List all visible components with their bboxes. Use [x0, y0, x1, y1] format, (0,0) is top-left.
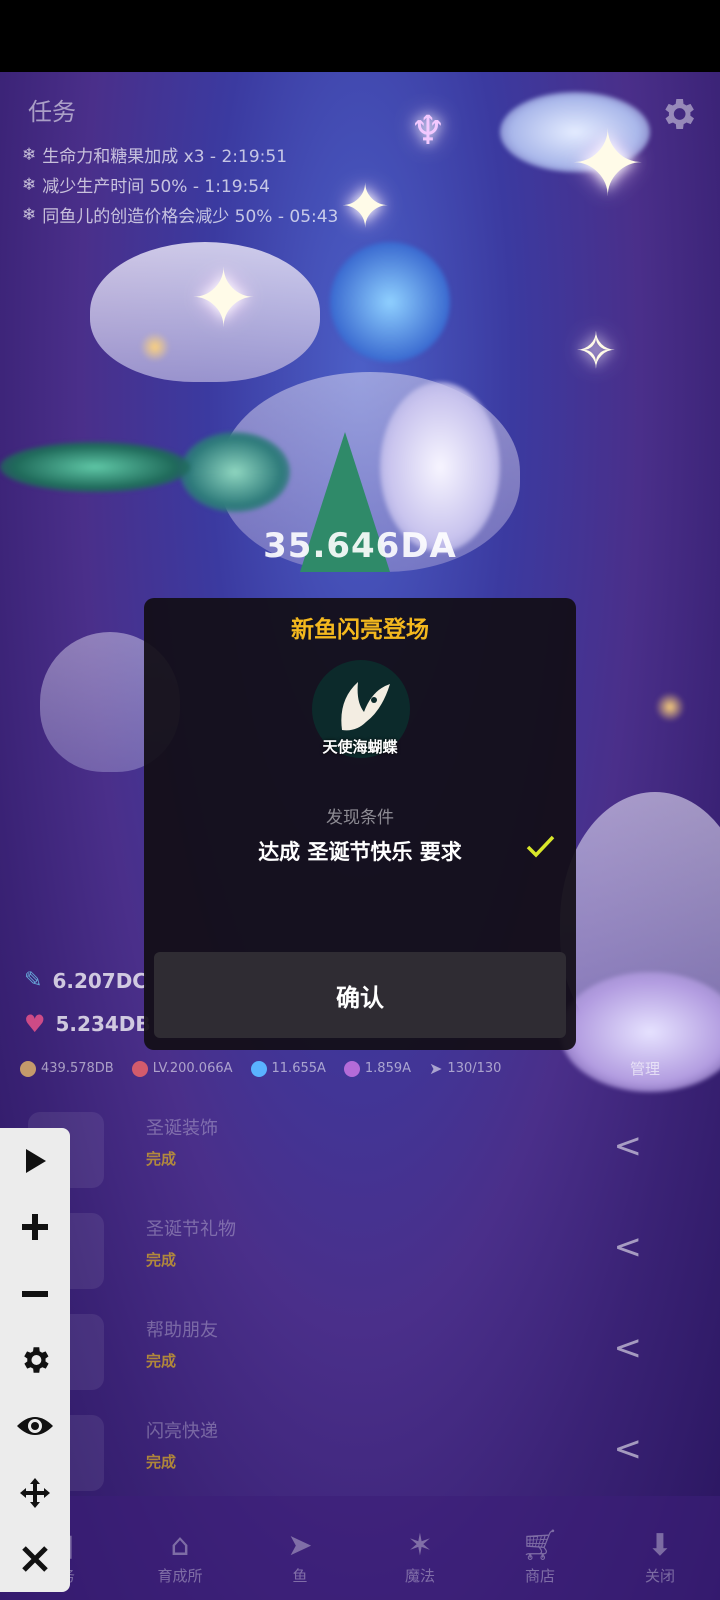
task-name: 闪亮快递	[146, 1421, 218, 1442]
checkmark-icon	[526, 835, 555, 858]
snowflake-icon: ❄	[22, 144, 37, 165]
pickaxe-icon	[20, 1060, 36, 1077]
star-sparkle-icon: ✦	[570, 112, 646, 217]
floating-toolbar	[0, 1128, 70, 1592]
eye-icon[interactable]	[13, 1404, 57, 1448]
star-sparkle-icon: ✦	[340, 172, 391, 242]
task-row[interactable]: 圣诞装饰 完成 <	[0, 1104, 720, 1200]
new-fish-dialog: 新鱼闪亮登场 天使海蝴蝶 发现条件 达成 圣诞节快乐 要求 确认	[144, 598, 576, 1050]
nav-shop[interactable]: 🛒︎ 商店	[492, 1531, 588, 1586]
fish-count-icon: ➤	[429, 1059, 443, 1078]
vitality-amount: 35.646DA	[263, 526, 457, 566]
buff-text: 生命力和糖果加成 x3 - 2:19:51	[42, 147, 288, 167]
dialog-title: 新鱼闪亮登场	[291, 617, 429, 643]
task-name: 圣诞装饰	[146, 1118, 218, 1139]
nav-label: 魔法	[404, 1567, 435, 1585]
resource-item: 439.578DB	[20, 1060, 114, 1077]
resource-value: 1.859A	[364, 1061, 412, 1076]
buff-text: 减少生产时间 50% - 1:19:54	[42, 177, 270, 197]
nav-label: 鱼	[292, 1567, 308, 1585]
buff-item: ❄ 减少生产时间 50% - 1:19:54	[22, 172, 270, 198]
buff-item: ❄ 同鱼儿的创造价格会减少 50% - 05:43	[22, 202, 339, 228]
snowflake-icon: ❄	[22, 204, 37, 225]
chevron-left-icon[interactable]: <	[614, 1126, 643, 1166]
plus-icon[interactable]	[13, 1205, 57, 1249]
tasks-panel-title: 任务	[28, 98, 76, 126]
star-sparkle-icon: ✦	[190, 252, 258, 345]
hearts-stat: ♥ 5.234DB	[24, 1010, 151, 1038]
gem-wand-icon: ✎	[24, 968, 43, 993]
chevron-left-icon[interactable]: <	[614, 1328, 643, 1368]
condition-label: 发现条件	[326, 808, 394, 828]
star-sparkle-icon: ✧	[575, 322, 617, 380]
jellyfish-decoration: ♆	[410, 108, 446, 154]
nav-hatchery[interactable]: ⌂ 育成所	[132, 1531, 228, 1586]
nav-label: 育成所	[157, 1567, 203, 1585]
lantern-glow	[140, 332, 170, 362]
lantern-glow	[655, 692, 685, 722]
diamond-icon	[250, 1060, 267, 1077]
task-state: 完成	[146, 1251, 177, 1269]
task-state: 完成	[146, 1352, 177, 1370]
magic-icon: ✶	[407, 1528, 433, 1563]
hatchery-icon: ⌂	[170, 1528, 190, 1563]
chevron-left-icon[interactable]: <	[614, 1429, 643, 1469]
close-nav-icon: ⬇	[647, 1528, 673, 1563]
condition-text: 达成 圣诞节快乐 要求	[258, 840, 462, 864]
settings-gear-icon[interactable]	[658, 94, 698, 134]
task-name: 帮助朋友	[146, 1320, 218, 1341]
nav-label: 关闭	[644, 1567, 675, 1585]
task-row[interactable]: 圣诞节礼物 完成 <	[0, 1205, 720, 1301]
crab-icon	[131, 1060, 148, 1077]
bottom-nav: ▤任务 ⌂育成所 ➤鱼 ✶魔法 🛒︎商店 ⬇关闭	[0, 1496, 720, 1600]
confirm-button[interactable]: 确认	[154, 952, 566, 1038]
task-state: 完成	[146, 1150, 177, 1168]
fish-icon: ➤	[287, 1528, 313, 1563]
resource-item: 11.655A	[250, 1060, 326, 1077]
resource-item: ➤ 130/130	[429, 1059, 501, 1078]
task-row[interactable]: 帮助朋友 完成 <	[0, 1306, 720, 1402]
nav-magic[interactable]: ✶ 魔法	[372, 1531, 468, 1586]
minus-icon[interactable]	[13, 1272, 57, 1316]
globe-decoration	[330, 242, 450, 362]
resource-value: 439.578DB	[41, 1061, 114, 1076]
nav-fish[interactable]: ➤ 鱼	[252, 1531, 348, 1586]
heart-icon: ♥	[24, 1010, 46, 1038]
task-state: 完成	[146, 1453, 177, 1471]
move-icon[interactable]	[13, 1471, 57, 1515]
orb-icon	[343, 1060, 360, 1077]
nav-close[interactable]: ⬇ 关闭	[612, 1531, 708, 1586]
chevron-left-icon[interactable]: <	[614, 1227, 643, 1267]
gems-value: 6.207DC	[52, 968, 147, 993]
resource-value: 11.655A	[271, 1061, 326, 1076]
turtle-decoration	[180, 432, 290, 512]
resource-item: 1.859A	[343, 1060, 412, 1077]
shop-icon: 🛒︎	[520, 1528, 560, 1563]
nav-label: 商店	[524, 1567, 555, 1585]
eel-decoration	[0, 442, 190, 492]
resource-value: 130/130	[447, 1061, 502, 1076]
resource-item: LV.200.066A	[131, 1060, 233, 1077]
manage-button[interactable]: 管理	[630, 1058, 660, 1079]
gems-stat: ✎ 6.207DC	[24, 968, 147, 993]
hearts-value: 5.234DB	[55, 1012, 151, 1036]
close-icon[interactable]	[13, 1537, 57, 1581]
buff-text: 同鱼儿的创造价格会减少 50% - 05:43	[42, 207, 339, 227]
status-bar	[0, 0, 720, 72]
gear-icon[interactable]	[13, 1338, 57, 1382]
buff-item: ❄ 生命力和糖果加成 x3 - 2:19:51	[22, 142, 288, 168]
resources-row: 439.578DB LV.200.066A 11.655A 1.859A ➤ 13…	[20, 1058, 700, 1079]
play-icon[interactable]	[13, 1139, 57, 1183]
snowflake-icon: ❄	[22, 174, 37, 195]
resource-value: LV.200.066A	[152, 1061, 233, 1076]
task-row[interactable]: 闪亮快递 完成 <	[0, 1407, 720, 1503]
fish-name: 天使海蝴蝶	[322, 738, 398, 756]
task-name: 圣诞节礼物	[146, 1219, 236, 1240]
